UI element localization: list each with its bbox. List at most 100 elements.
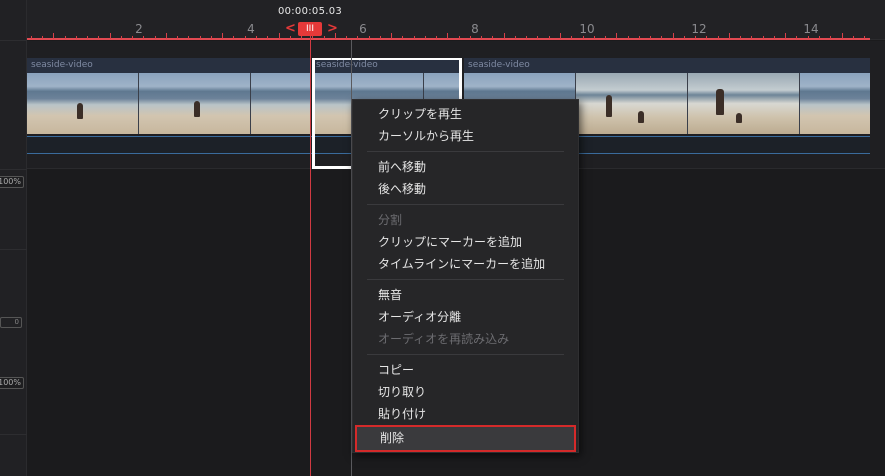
ruler-label: 2: [135, 22, 143, 36]
menu-item[interactable]: 無音: [353, 284, 578, 306]
menu-item[interactable]: 切り取り: [353, 381, 578, 403]
ruler-tick: [222, 33, 224, 39]
ruler-tick: [368, 36, 370, 39]
ruler-tick: [436, 36, 438, 39]
clip-thumbnails: [27, 73, 310, 134]
menu-item[interactable]: 削除: [355, 425, 576, 452]
chevron-left-icon[interactable]: <: [285, 21, 296, 36]
ruler-tick: [785, 33, 787, 39]
ruler-tick: [537, 36, 539, 39]
time-ruler[interactable]: 2 4 6 8 10 12 14: [27, 0, 885, 40]
ruler-tick: [514, 36, 516, 39]
ruler-tick: [773, 36, 775, 39]
gutter-divider: [0, 434, 27, 435]
playhead-timecode: 00:00:05.03: [277, 6, 343, 17]
ruler-tick: [762, 36, 764, 39]
ruler-tick: [526, 36, 528, 39]
menu-item[interactable]: カーソルから再生: [353, 125, 578, 147]
gutter-divider: [0, 249, 27, 250]
ruler-tick: [30, 36, 32, 39]
playhead-line: [310, 36, 311, 476]
ruler-tick: [233, 36, 235, 39]
ruler-tick: [75, 36, 77, 39]
ruler-tick: [278, 33, 280, 39]
menu-item: 分割: [378, 213, 403, 227]
ruler-tick: [210, 36, 212, 39]
ruler-tick: [751, 36, 753, 39]
ruler-tick: [413, 36, 415, 39]
ruler-tick: [143, 36, 145, 39]
menu-item[interactable]: タイムラインにマーカーを追加: [353, 253, 578, 275]
ruler-tick: [98, 36, 100, 39]
ruler-tick: [740, 36, 742, 39]
chevron-right-icon[interactable]: >: [327, 21, 338, 36]
ruler-tick: [132, 36, 134, 39]
ruler-tick: [447, 33, 449, 39]
video-clip[interactable]: seaside-video: [27, 58, 310, 134]
track-header-gutter: 100% 0 100%: [0, 0, 27, 476]
clip-label: seaside-video: [468, 60, 530, 70]
ruler-tick: [571, 36, 573, 39]
thumbnail: [576, 73, 688, 134]
ruler-tick: [53, 33, 55, 39]
playhead-handle[interactable]: III: [298, 22, 322, 36]
ruler-tick: [255, 36, 257, 39]
ruler-label: 12: [691, 22, 707, 36]
thumbnail: [27, 73, 139, 134]
ruler-tick: [616, 33, 618, 39]
ruler-tick: [593, 36, 595, 39]
ruler-tick: [357, 36, 359, 39]
value-spinner[interactable]: 0: [0, 317, 22, 328]
ruler-tick: [672, 33, 674, 39]
gutter-divider: [0, 169, 27, 170]
ruler-tick: [177, 36, 179, 39]
zoom-percent-field[interactable]: 100%: [0, 377, 24, 389]
menu-item: オーディオを再読み込み: [378, 332, 510, 346]
ruler-tick: [638, 36, 640, 39]
ruler-tick: [503, 33, 505, 39]
ruler-tick: [120, 36, 122, 39]
ruler-tick: [346, 36, 348, 39]
thumbnail: [800, 73, 870, 134]
ruler-tick: [650, 36, 652, 39]
menu-item[interactable]: 貼り付け: [353, 403, 578, 425]
zoom-percent-field[interactable]: 100%: [0, 176, 24, 188]
ruler-tick: [818, 36, 820, 39]
ruler-tick: [323, 36, 325, 39]
ruler-tick: [42, 36, 44, 39]
ruler-tick: [560, 33, 561, 39]
ruler-tick: [379, 36, 381, 39]
gutter-divider: [0, 40, 27, 41]
ruler-baseline: [27, 38, 870, 40]
ruler-tick: [605, 36, 607, 39]
ruler-tick: [312, 36, 314, 39]
menu-item[interactable]: 前へ移動: [353, 156, 578, 178]
ruler-tick: [87, 36, 89, 39]
ruler-tick: [402, 36, 404, 39]
thumbnail: [139, 73, 251, 134]
context-menu: クリップを再生 カーソルから再生 前へ移動 後へ移動分割クリップにマーカーを追加 タイム…: [352, 99, 579, 453]
ruler-tick: [458, 36, 460, 39]
menu-item[interactable]: クリップを再生: [353, 103, 578, 125]
ruler-tick: [830, 36, 832, 39]
ruler-tick: [154, 36, 156, 39]
ruler-label: 14: [803, 22, 819, 36]
ruler-tick: [109, 33, 111, 39]
ruler-tick: [706, 36, 708, 39]
ruler-label: 10: [579, 22, 595, 36]
ruler-tick: [165, 33, 167, 39]
ruler-tick: [695, 36, 697, 39]
menu-item[interactable]: オーディオ分離: [353, 306, 578, 328]
menu-separator: [367, 204, 564, 205]
ruler-tick: [391, 33, 393, 39]
ruler-label: 6: [359, 22, 367, 36]
ruler-tick: [683, 36, 685, 39]
ruler-label: 8: [471, 22, 479, 36]
ruler-tick: [807, 36, 809, 39]
ruler-label: 4: [247, 22, 255, 36]
menu-item[interactable]: クリップにマーカーを追加: [353, 231, 578, 253]
menu-item[interactable]: コピー: [353, 359, 578, 381]
menu-item[interactable]: 後へ移動: [353, 178, 578, 200]
ruler-tick: [188, 36, 190, 39]
ruler-tick: [852, 36, 854, 39]
